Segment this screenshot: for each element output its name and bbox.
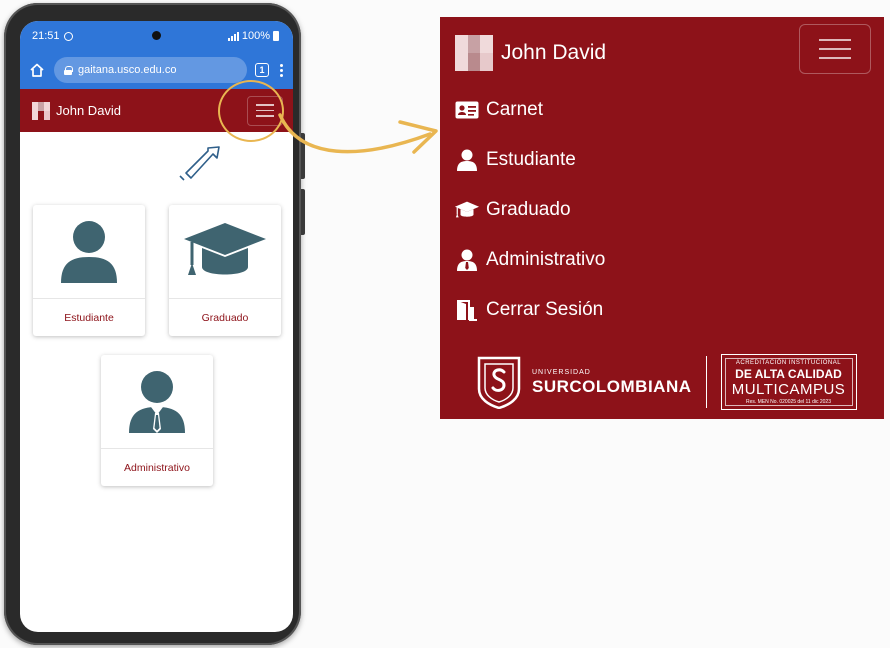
navbar-brand[interactable]: John David <box>32 101 122 120</box>
main-content: Estudiante Graduado Administrativo <box>20 132 293 632</box>
user-tie-icon <box>454 248 480 272</box>
menu-item-label: Carnet <box>486 99 544 120</box>
university-shield-icon <box>477 356 521 409</box>
user-tie-icon <box>129 370 185 433</box>
accreditation-badge: ACREDITACIÓN INSTITUCIONAL DE ALTA CALID… <box>720 354 857 410</box>
university-logo-text: UNIVERSIDAD SURCOLOMBIANA <box>532 369 692 395</box>
connector-arrow-icon <box>278 113 438 154</box>
card-art <box>101 355 213 449</box>
menu-item-label: Cerrar Sesión <box>486 299 604 320</box>
menu-brand[interactable]: John David <box>455 35 606 71</box>
menu-item-label: Estudiante <box>486 149 576 170</box>
pointer-arrow-icon <box>179 146 220 181</box>
graduation-cap-icon <box>184 222 266 275</box>
menu-list: Carnet Estudiante Graduado Administrativ… <box>454 85 605 335</box>
avatar <box>32 101 50 120</box>
card-label: Graduado <box>201 311 249 324</box>
accreditation-line-4: Res. MEN No. 020025 del 11 dic 2023 <box>746 398 831 405</box>
battery-icon <box>273 31 279 41</box>
footer-divider <box>705 356 707 408</box>
status-bar: 21:51 100% <box>20 21 293 51</box>
expanded-menu-panel: John David Carnet Estudiante Graduado Ad… <box>440 17 884 419</box>
card-administrativo[interactable]: Administrativo <box>101 355 213 486</box>
menu-item-graduado[interactable]: Graduado <box>454 185 605 235</box>
address-bar[interactable]: gaitana.usco.edu.co <box>54 57 247 83</box>
url-text: gaitana.usco.edu.co <box>78 64 177 76</box>
university-label: UNIVERSIDAD <box>532 369 591 376</box>
menu-item-carnet[interactable]: Carnet <box>454 85 605 135</box>
accreditation-line-1: ACREDITACIÓN INSTITUCIONAL <box>735 359 842 366</box>
signal-icon <box>227 31 239 41</box>
notification-icon <box>63 31 73 41</box>
card-estudiante[interactable]: Estudiante <box>33 205 145 336</box>
avatar <box>455 35 493 71</box>
tab-switcher-button[interactable]: 1 <box>255 63 269 77</box>
menu-item-estudiante[interactable]: Estudiante <box>454 135 605 185</box>
power-button <box>301 189 305 235</box>
browser-menu-icon[interactable] <box>277 63 285 77</box>
card-art <box>169 205 281 299</box>
user-icon <box>61 220 117 283</box>
card-label: Estudiante <box>64 311 114 324</box>
menu-user-name: John David <box>501 41 607 64</box>
card-graduado[interactable]: Graduado <box>169 205 281 336</box>
menu-item-cerrar-sesion[interactable]: Cerrar Sesión <box>454 285 605 335</box>
home-icon[interactable] <box>28 61 46 79</box>
card-label: Administrativo <box>124 461 190 474</box>
hamburger-menu-button[interactable] <box>799 24 871 74</box>
id-card-icon <box>454 98 480 122</box>
door-exit-icon <box>454 298 480 322</box>
accreditation-line-2: DE ALTA CALIDAD <box>735 366 842 381</box>
menu-item-label: Graduado <box>486 199 571 220</box>
front-camera <box>152 31 161 40</box>
status-time: 21:51 <box>32 30 60 42</box>
menu-footer: UNIVERSIDAD SURCOLOMBIANA ACREDITACIÓN I… <box>476 354 857 410</box>
user-icon <box>454 148 480 172</box>
battery-percent: 100% <box>241 30 270 42</box>
menu-item-label: Administrativo <box>486 249 606 270</box>
graduation-cap-icon <box>454 198 480 222</box>
lock-icon <box>64 65 73 75</box>
accreditation-line-3: MULTICAMPUS <box>731 380 846 398</box>
menu-item-administrativo[interactable]: Administrativo <box>454 235 605 285</box>
university-name: SURCOLOMBIANA <box>532 377 692 396</box>
navbar-user-name: John David <box>56 103 122 118</box>
card-art <box>33 205 145 299</box>
